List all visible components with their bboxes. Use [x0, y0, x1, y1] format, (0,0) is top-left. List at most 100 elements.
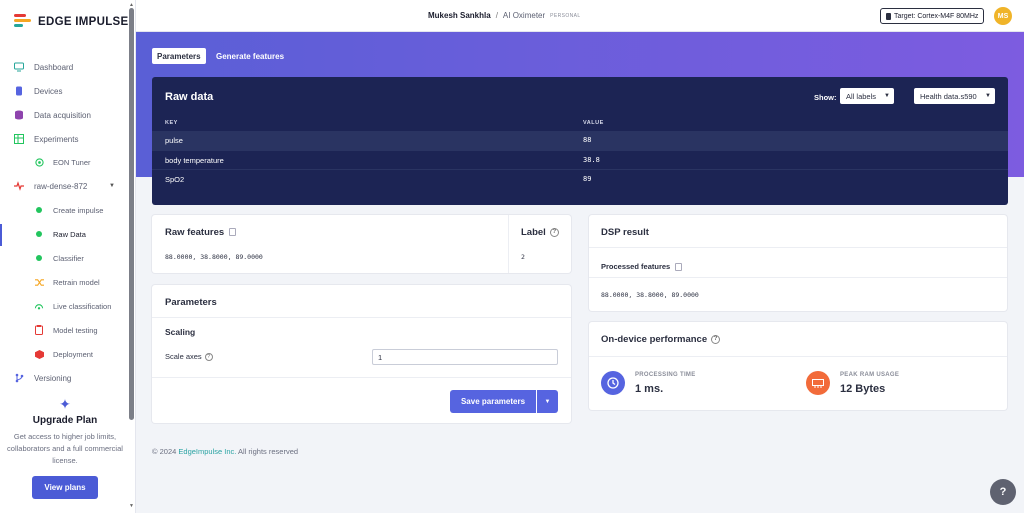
view-plans-button[interactable]: View plans: [32, 476, 98, 499]
scroll-down-arrow[interactable]: ▼: [129, 503, 134, 509]
help-button[interactable]: ?: [990, 479, 1016, 505]
memory-icon: [806, 371, 830, 395]
peak-ram-value: 12 Bytes: [840, 383, 886, 395]
scale-axes-label-text: Scale axes: [165, 352, 202, 361]
target-label: Target: Cortex-M4F 80MHz: [894, 12, 979, 20]
clock-icon: [601, 371, 625, 395]
save-options-dropdown[interactable]: ▼: [537, 390, 558, 413]
help-icon[interactable]: ?: [204, 353, 213, 362]
processing-time-label: PROCESSING TIME: [635, 372, 696, 378]
divider: [589, 247, 1007, 248]
processed-features-label: Processed features: [601, 262, 683, 272]
sidebar-item-devices[interactable]: Devices: [0, 80, 130, 102]
performance-card: On-device performance? PROCESSING TIME 1…: [589, 322, 1007, 410]
dot-icon: [34, 229, 44, 239]
sidebar-item-data-acquisition[interactable]: Data acquisition: [0, 104, 130, 126]
label-filter-value: All labels: [846, 91, 877, 101]
sidebar-item-retrain-model[interactable]: Retrain model: [0, 271, 130, 293]
performance-title: On-device performance?: [601, 334, 721, 345]
copy-icon[interactable]: [229, 228, 237, 237]
footer-copyright: © 2024: [152, 447, 177, 456]
sparkle-icon: ✦: [59, 396, 71, 412]
row-value: 89: [583, 175, 592, 183]
parameters-title: Parameters: [165, 297, 217, 308]
scale-axes-label: Scale axes?: [165, 352, 213, 362]
shuffle-icon: [34, 277, 44, 287]
column-header-key: KEY: [165, 120, 178, 126]
breadcrumb-project[interactable]: AI Oximeter: [503, 11, 545, 20]
raw-features-value: 88.0000, 38.8000, 89.0000: [165, 253, 263, 261]
scaling-section-title: Scaling: [165, 327, 196, 337]
sidebar-item-live-classification[interactable]: Live classification: [0, 295, 130, 317]
project-badge: PERSONAL: [550, 12, 581, 19]
chip-icon: [886, 12, 891, 20]
label-value: 2: [521, 253, 525, 261]
processed-features-value: 88.0000, 38.8000, 89.0000: [601, 291, 699, 299]
sidebar-item-deployment[interactable]: Deployment: [0, 343, 130, 365]
scale-axes-input[interactable]: 1: [372, 349, 558, 365]
label-title-text: Label: [521, 227, 546, 238]
breadcrumb-user[interactable]: Mukesh Sankhla: [428, 11, 491, 20]
sidebar-item-experiments[interactable]: Experiments: [0, 128, 130, 150]
chevron-down-icon: ▼: [109, 183, 115, 189]
footer: © 2024 EdgeImpulse Inc. All rights reser…: [152, 447, 298, 456]
sidebar-item-versioning[interactable]: Versioning: [0, 367, 130, 389]
help-icon[interactable]: ?: [711, 334, 721, 344]
table-row: SpO2 89: [152, 169, 1008, 188]
parameters-card: Parameters Scaling Scale axes? 1 Save pa…: [152, 285, 571, 423]
help-icon[interactable]: ?: [549, 227, 559, 237]
divider: [152, 317, 571, 318]
chevron-down-icon: ▼: [984, 93, 991, 99]
raw-features-card: Raw features 88.0000, 38.8000, 89.0000 L…: [152, 215, 571, 273]
performance-title-text: On-device performance: [601, 334, 708, 345]
copy-icon[interactable]: [675, 263, 683, 272]
table-icon: [14, 134, 24, 144]
label-filter-select[interactable]: All labels ▼: [840, 88, 894, 104]
sidebar-item-create-impulse[interactable]: Create impulse: [0, 199, 130, 221]
tab-parameters[interactable]: Parameters: [152, 48, 206, 64]
sidebar-item-label: Experiments: [34, 134, 79, 144]
row-key: body temperature: [165, 156, 224, 165]
peak-ram-label: PEAK RAM USAGE: [840, 372, 900, 378]
sidebar-item-model-testing[interactable]: Model testing: [0, 319, 130, 341]
sidebar-item-label: Versioning: [34, 373, 72, 383]
upgrade-plan-box: ✦ Upgrade Plan Get access to higher job …: [6, 396, 124, 499]
show-label: Show:: [814, 93, 837, 102]
dot-icon: [34, 253, 44, 263]
sidebar-item-impulse[interactable]: raw-dense-872 ▼: [0, 175, 130, 197]
devices-icon: [14, 86, 24, 96]
sidebar-item-classifier[interactable]: Classifier: [0, 247, 130, 269]
table-row: body temperature 38.8: [152, 150, 1008, 169]
clipboard-icon: [34, 325, 44, 335]
row-key: pulse: [165, 136, 183, 145]
sidebar-item-label: EON Tuner: [53, 157, 91, 167]
sidebar-item-eon-tuner[interactable]: EON Tuner: [0, 151, 130, 173]
tab-generate-features[interactable]: Generate features: [211, 48, 289, 64]
target-device-button[interactable]: Target: Cortex-M4F 80MHz: [880, 8, 985, 24]
column-header-value: VALUE: [583, 120, 604, 126]
sidebar-item-label: Model testing: [53, 325, 98, 335]
avatar[interactable]: MS: [994, 7, 1012, 25]
brand-logo[interactable]: EDGE IMPULSE: [14, 14, 129, 29]
save-parameters-button[interactable]: Save parameters: [450, 390, 536, 413]
sidebar-item-label: Deployment: [53, 349, 94, 359]
sidebar-item-label: Classifier: [53, 253, 84, 263]
branch-icon: [14, 373, 24, 383]
question-icon: ?: [999, 486, 1007, 498]
edge-impulse-logo-icon: [14, 14, 31, 29]
dot-icon: [34, 205, 44, 215]
pulse-icon: [14, 181, 24, 191]
row-value: 38.8: [583, 156, 600, 164]
sidebar-item-dashboard[interactable]: Dashboard: [0, 56, 130, 78]
sidebar-item-raw-data[interactable]: Raw Data: [0, 223, 130, 245]
footer-rights: All rights reserved: [238, 447, 299, 456]
breadcrumb: Mukesh Sankhla / AI Oximeter PERSONAL: [428, 11, 581, 20]
sidebar-scrollbar[interactable]: [129, 8, 134, 420]
monitor-icon: [14, 62, 24, 72]
footer-company-link[interactable]: EdgeImpulse Inc.: [178, 447, 236, 456]
sample-select[interactable]: Health data.s590 ▼: [914, 88, 995, 104]
top-bar: Mukesh Sankhla / AI Oximeter PERSONAL Ta…: [136, 0, 1024, 32]
breadcrumb-separator: /: [495, 11, 498, 20]
table-header: KEY VALUE: [152, 114, 1008, 131]
chevron-down-icon: ▼: [544, 398, 551, 405]
